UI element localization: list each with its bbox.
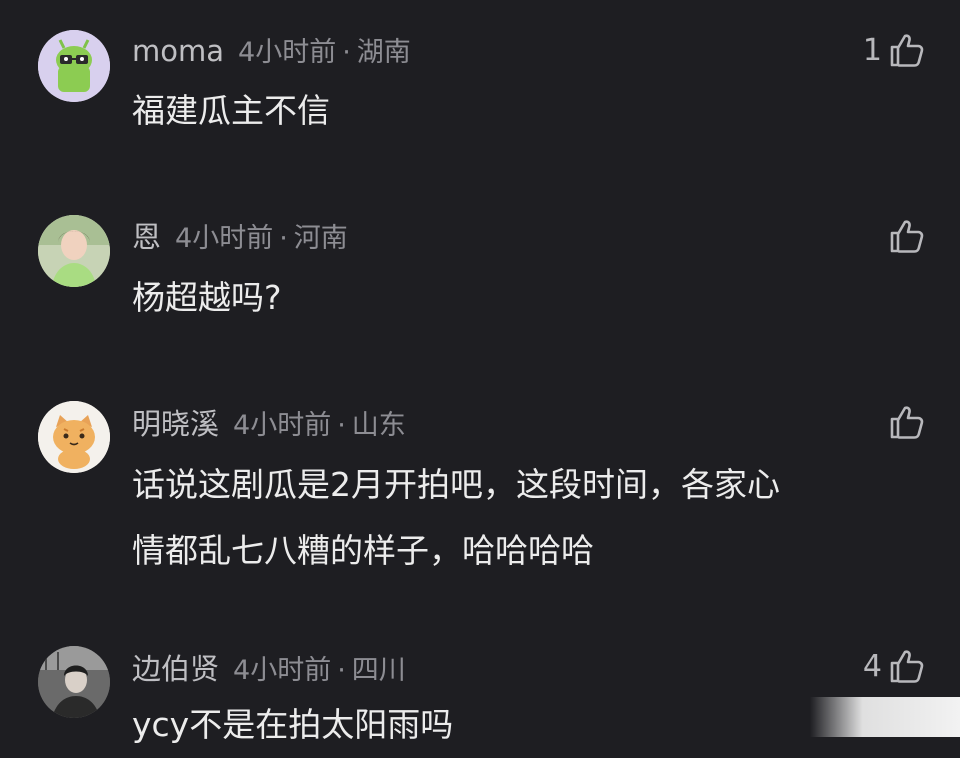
thumbs-up-icon (890, 650, 924, 683)
thumbs-up-icon (890, 34, 924, 67)
cartoon-cat-icon (38, 401, 110, 473)
comment-text: 福建瓜主不信 (132, 91, 330, 130)
thumbs-up-icon (890, 406, 924, 439)
meta-separator: · (279, 223, 288, 254)
comment-text: 话说这剧瓜是2月开拍吧，这段时间，各家心 情都乱七八糟的样子，哈哈哈哈 (132, 465, 780, 570)
location: 山东 (351, 410, 406, 441)
comment-meta: 恩 4小时前 · 河南 (132, 220, 348, 254)
like-button[interactable]: 4 (863, 646, 926, 686)
like-count: 4 (862, 648, 882, 684)
location: 四川 (351, 655, 406, 686)
username[interactable]: 明晓溪 (132, 407, 219, 441)
avatar[interactable] (38, 30, 110, 102)
timestamp: 4小时前 (233, 410, 332, 441)
meta-separator: · (337, 410, 346, 441)
comment-meta: 边伯贤 4小时前 · 四川 (132, 652, 406, 686)
avatar[interactable] (38, 401, 110, 473)
thumbs-up-icon (890, 220, 924, 253)
like-button[interactable] (882, 216, 926, 256)
timestamp: 4小时前 (175, 223, 274, 254)
location: 河南 (293, 223, 348, 254)
location: 湖南 (356, 37, 411, 68)
timestamp: 4小时前 (233, 655, 332, 686)
comment-meta: moma 4小时前 · 湖南 (132, 34, 411, 68)
like-button[interactable]: 1 (863, 30, 926, 70)
timestamp: 4小时前 (238, 37, 337, 68)
meta-separator: · (337, 655, 346, 686)
android-robot-icon (38, 30, 110, 102)
username[interactable]: moma (132, 34, 224, 68)
watermark-overlay (810, 697, 960, 737)
comment-text: 杨超越吗? (132, 278, 282, 317)
comment-meta: 明晓溪 4小时前 · 山东 (132, 407, 406, 441)
person-photo-icon (38, 646, 110, 718)
username[interactable]: 恩 (132, 220, 161, 254)
like-button[interactable] (882, 402, 926, 442)
meta-separator: · (342, 37, 351, 68)
comment-text: ycy不是在拍太阳雨吗 (132, 705, 454, 744)
avatar[interactable] (38, 215, 110, 287)
like-count: 1 (862, 32, 882, 68)
person-photo-icon (38, 215, 110, 287)
avatar[interactable] (38, 646, 110, 718)
username[interactable]: 边伯贤 (132, 652, 219, 686)
